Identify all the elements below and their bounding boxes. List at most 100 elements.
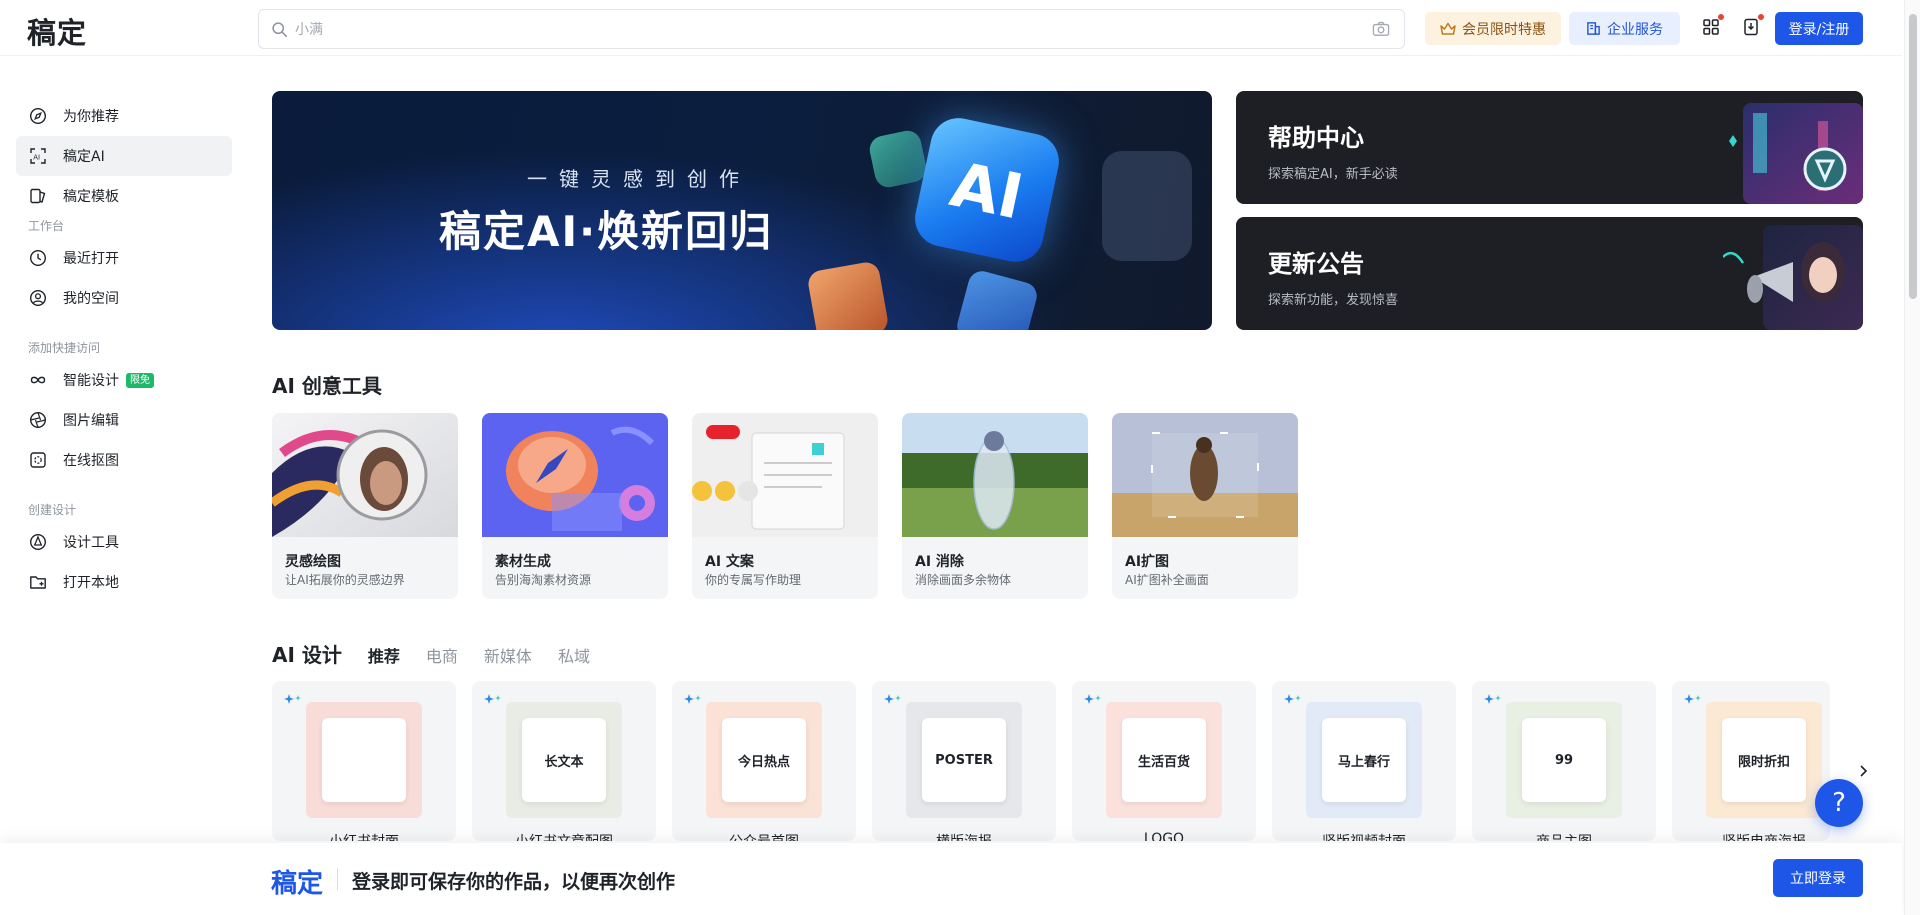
design-card-thumb-text: POSTER — [922, 718, 1006, 802]
sparkle-icon — [484, 694, 501, 704]
svg-text:AI: AI — [33, 154, 40, 162]
sidebar-item-label: 图片编辑 — [63, 413, 119, 429]
sidebar-item-smart-design[interactable]: 智能设计 限免 — [16, 360, 232, 400]
tool-name: AI 文案 — [705, 554, 754, 570]
compass-icon — [29, 107, 47, 125]
section-label-workspace: 工作台 — [28, 219, 65, 233]
sidebar-item-design-tools[interactable]: 设计工具 — [16, 522, 232, 562]
tool-desc: 你的专属写作助理 — [705, 573, 802, 587]
sidebar-item-my-space[interactable]: 我的空间 — [16, 278, 232, 318]
download-icon[interactable] — [1742, 14, 1764, 36]
tool-name: AI扩图 — [1125, 554, 1170, 570]
tab-recommend[interactable]: 推荐 — [368, 643, 400, 667]
page-scrollbar[interactable] — [1904, 0, 1920, 915]
design-card[interactable]: 限时折扣竖版电商海报 — [1672, 681, 1830, 841]
sparkle-icon — [684, 694, 701, 704]
sidebar-item-cutout[interactable]: 在线抠图 — [16, 440, 232, 480]
site-logo[interactable]: 稿定 — [27, 10, 87, 52]
template-icon — [30, 188, 46, 204]
design-card[interactable]: 长文本小红书文章配图 — [472, 681, 656, 841]
tool-name: AI 消除 — [915, 554, 964, 570]
sidebar-item-label: 在线抠图 — [63, 453, 119, 469]
sidebar-item-image-edit[interactable]: 图片编辑 — [16, 400, 232, 440]
sidebar-item-recommend[interactable]: 为你推荐 — [16, 96, 232, 136]
update-notice-card[interactable]: 更新公告 探索新功能，发现惊喜 — [1236, 217, 1863, 330]
tab-private-domain[interactable]: 私域 — [558, 643, 590, 667]
sidebar-item-label: 为你推荐 — [63, 109, 119, 125]
design-card-label: 竖版电商海报 — [1672, 831, 1830, 841]
tool-card-ai-erase[interactable]: AI 消除 消除画面多余物体 — [902, 413, 1088, 599]
design-card[interactable]: 今日热点公众号首图 — [672, 681, 856, 841]
aperture-icon — [29, 411, 47, 429]
design-card-label: 公众号首图 — [672, 831, 856, 841]
enterprise-button[interactable]: 企业服务 — [1569, 12, 1680, 45]
camera-icon[interactable] — [1372, 21, 1390, 37]
decor-cube — [954, 268, 1040, 330]
tab-ecommerce[interactable]: 电商 — [426, 643, 458, 667]
cutout-icon — [30, 452, 46, 468]
design-card-thumbnail: 生活百货 — [1106, 702, 1222, 818]
enterprise-label: 企业服务 — [1607, 21, 1663, 38]
design-card[interactable]: POSTER 横版海报 — [872, 681, 1056, 841]
tool-card-ai-copywriting[interactable]: AI 文案 你的专属写作助理 — [692, 413, 878, 599]
tool-desc: 让AI拓展你的灵感边界 — [285, 573, 405, 587]
design-card-label: 横版海报 — [872, 831, 1056, 841]
ai-cube-icon: AI — [909, 112, 1065, 268]
design-card[interactable]: 小红书封面 — [272, 681, 456, 841]
design-card-thumbnail: POSTER — [906, 702, 1022, 818]
tool-card-inspiration-draw[interactable]: 灵感绘图 让AI拓展你的灵感边界 — [272, 413, 458, 599]
help-float-button[interactable]: ? — [1815, 779, 1863, 827]
login-now-button[interactable]: 立即登录 — [1773, 859, 1863, 897]
hero-banner[interactable]: AI 一键灵感到创作 稿定AI·焕新回归 — [272, 91, 1212, 330]
clock-icon — [29, 249, 47, 267]
search-input[interactable] — [295, 18, 1295, 40]
sparkle-icon — [1484, 694, 1501, 704]
ai-design-header: AI 设计 推荐 电商 新媒体 私域 — [272, 639, 616, 667]
help-center-card[interactable]: 帮助中心 探索稿定AI，新手必读 — [1236, 91, 1863, 204]
tool-desc: AI扩图补全画面 — [1125, 573, 1209, 587]
sidebar-item-templates[interactable]: 稿定模板 — [16, 176, 232, 216]
design-card[interactable]: 生活百货 LOGO — [1072, 681, 1256, 841]
help-center-illustration — [1729, 103, 1863, 204]
design-card[interactable]: 马上春行竖版视频封面 — [1272, 681, 1456, 841]
card-desc: 探索稿定AI，新手必读 — [1268, 167, 1398, 182]
tab-new-media[interactable]: 新媒体 — [484, 643, 532, 667]
sparkle-icon — [1084, 694, 1101, 704]
tool-card-ai-expand[interactable]: AI扩图 AI扩图补全画面 — [1112, 413, 1298, 599]
section-label-quick-access: 添加快捷访问 — [28, 341, 101, 355]
scrollbar-thumb[interactable] — [1909, 14, 1917, 299]
design-card-label: 小红书文章配图 — [472, 831, 656, 841]
sidebar-item-label: 设计工具 — [63, 535, 119, 551]
design-card-thumb-text: 马上春行 — [1322, 718, 1406, 802]
login-register-button[interactable]: 登录/注册 — [1775, 12, 1863, 45]
design-card-thumbnail: 限时折扣 — [1706, 702, 1822, 818]
vip-promo-button[interactable]: 会员限时特惠 — [1425, 12, 1561, 45]
search-bar[interactable] — [258, 9, 1405, 49]
astronaut-art-thumbnail — [272, 413, 458, 537]
design-card-thumb-text: 生活百货 — [1122, 718, 1206, 802]
decor-cube — [867, 128, 929, 190]
tool-desc: 消除画面多余物体 — [915, 573, 1012, 587]
top-header: 稿定 会员限时特惠 企业服务 登录/注册 — [0, 0, 1902, 56]
sidebar-item-recent[interactable]: 最近打开 — [16, 238, 232, 278]
design-card-thumbnail: 长文本 — [506, 702, 622, 818]
sidebar-item-label: 打开本地 — [63, 575, 119, 591]
field-woman-thumbnail — [902, 413, 1088, 537]
sidebar-item-label: 稿定模板 — [63, 189, 119, 205]
design-card-thumbnail: 今日热点 — [706, 702, 822, 818]
apps-grid-icon[interactable] — [1702, 14, 1724, 36]
ai-design-title: AI 设计 — [272, 643, 342, 667]
sparkle-icon — [884, 694, 901, 704]
card-desc: 探索新功能，发现惊喜 — [1268, 293, 1399, 308]
sidebar-item-gaoding-ai[interactable]: AI 稿定AI — [16, 136, 232, 176]
decor-cube — [806, 260, 890, 330]
design-card-label: 小红书封面 — [272, 831, 456, 841]
design-card[interactable]: 99 商品主图 — [1472, 681, 1656, 841]
tool-card-asset-generate[interactable]: 素材生成 告别海淘素材资源 — [482, 413, 668, 599]
ai-scan-icon: AI — [30, 148, 46, 164]
card-title: 帮助中心 — [1268, 124, 1364, 152]
sidebar-item-open-local[interactable]: 打开本地 — [16, 562, 232, 602]
design-card-thumb-text: 99 — [1522, 718, 1606, 802]
infinity-icon — [30, 376, 46, 384]
chevron-right-icon[interactable] — [1855, 763, 1871, 779]
